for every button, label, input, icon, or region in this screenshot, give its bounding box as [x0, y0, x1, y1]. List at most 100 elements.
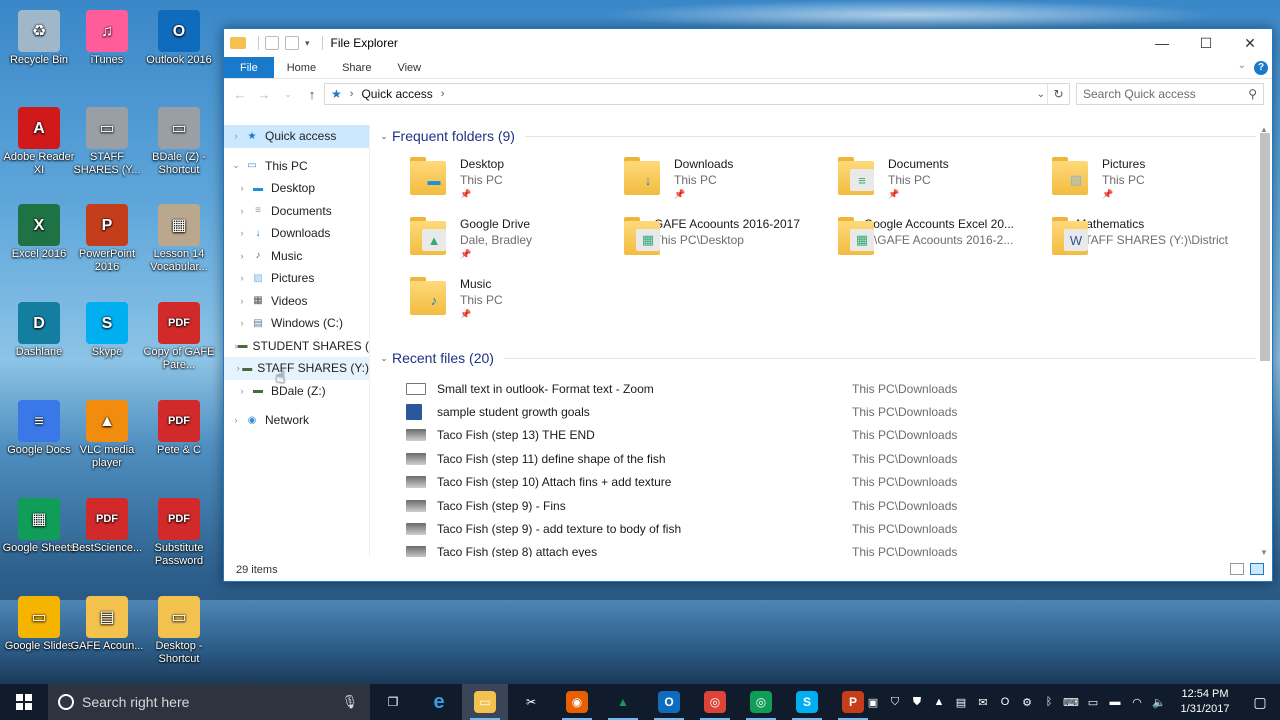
- chevron-right-icon[interactable]: ›: [234, 318, 250, 328]
- gear-icon[interactable]: ⚙: [1016, 696, 1038, 709]
- recent-file-row[interactable]: Taco Fish (step 10) Attach fins + add te…: [376, 471, 1256, 494]
- desktop-icon[interactable]: ▦ Google Sheets: [2, 494, 76, 555]
- search-input[interactable]: Search Quick access: [1083, 87, 1196, 101]
- recent-file-row[interactable]: Taco Fish (step 9) - Fins This PC\Downloa…: [376, 494, 1256, 517]
- sidebar-item-student-shares[interactable]: › ▬ STUDENT SHARES (: [224, 335, 369, 358]
- start-button[interactable]: [0, 684, 48, 720]
- recent-file-row[interactable]: Taco Fish (step 13) THE END This PC\Downl…: [376, 424, 1256, 447]
- recent-file-row[interactable]: sample student growth goals This PC\Downl…: [376, 400, 1256, 423]
- forward-button[interactable]: →: [252, 87, 276, 102]
- desktop-icon[interactable]: ▭ STAFF SHARES (Y...: [70, 103, 144, 177]
- taskbar-app-skype[interactable]: S: [784, 684, 830, 720]
- maximize-button[interactable]: ☐: [1184, 29, 1228, 57]
- folder-tile[interactable]: ≡ Documents This PC 📌: [804, 155, 1014, 215]
- sidebar-item-this-pc[interactable]: ⌄ ▭ This PC: [224, 155, 369, 178]
- folder-tile[interactable]: ▦ Google Accounts Excel 20... ...\GAFE Aco…: [804, 215, 1014, 275]
- chevron-right-icon[interactable]: ›: [234, 206, 250, 216]
- desktop-icon[interactable]: ▭ Google Slides: [2, 592, 76, 653]
- battery-icon[interactable]: ▬: [1104, 696, 1126, 708]
- taskbar-app-snipping-tool[interactable]: ✂: [508, 684, 554, 720]
- taskbar-app-firefox[interactable]: ◉: [554, 684, 600, 720]
- desktop-icon[interactable]: ▲ VLC media player: [70, 396, 144, 470]
- tab-home[interactable]: Home: [274, 57, 329, 78]
- desktop-icon[interactable]: P PowerPoint 2016: [70, 200, 144, 274]
- tab-view[interactable]: View: [384, 57, 434, 78]
- properties-qat-button[interactable]: [265, 36, 279, 50]
- folder-tile[interactable]: W Mathematics STAFF SHARES (Y:)\District: [1018, 215, 1228, 275]
- taskbar-search-input[interactable]: Search right here: [82, 694, 189, 710]
- volume-icon[interactable]: 🔈: [1148, 696, 1170, 709]
- chevron-right-icon[interactable]: ›: [234, 296, 250, 306]
- recent-locations-button[interactable]: ⌄: [276, 89, 300, 100]
- desktop-icon[interactable]: ≡ Google Docs: [2, 396, 76, 457]
- taskbar-app-chrome[interactable]: ◎: [738, 684, 784, 720]
- frequent-folders-header[interactable]: ⌄ Frequent folders (9): [376, 125, 1256, 147]
- address-bar[interactable]: ★ › Quick access › ⌄ ↻: [324, 83, 1070, 105]
- chevron-right-icon[interactable]: ›: [234, 183, 250, 193]
- folder-tile[interactable]: ↓ Downloads This PC 📌: [590, 155, 800, 215]
- chevron-right-icon[interactable]: ›: [228, 131, 244, 141]
- clock[interactable]: 12:54 PM 1/31/2017: [1170, 687, 1240, 717]
- desktop-icon[interactable]: PDF BestScience...: [70, 494, 144, 555]
- desktop-icon[interactable]: PDF Copy of GAFE Pare...: [142, 298, 216, 372]
- desktop-icon[interactable]: S Skype: [70, 298, 144, 359]
- folder-tile[interactable]: ♪ Music This PC 📌: [376, 275, 586, 335]
- scroll-down-icon[interactable]: ▼: [1260, 548, 1268, 557]
- display-icon[interactable]: ▭: [1082, 696, 1104, 709]
- recent-file-row[interactable]: Taco Fish (step 8) attach eyes This PC\Do…: [376, 541, 1256, 557]
- folder-tile[interactable]: ▨ Pictures This PC 📌: [1018, 155, 1228, 215]
- keyboard-icon[interactable]: ⌨: [1060, 696, 1082, 709]
- close-button[interactable]: ✕: [1228, 29, 1272, 57]
- address-dropdown-icon[interactable]: ⌄: [1037, 89, 1045, 100]
- chevron-right-icon[interactable]: ›: [350, 88, 354, 100]
- drive-tray-icon[interactable]: ▲: [928, 696, 950, 708]
- chevron-right-icon[interactable]: ›: [234, 273, 250, 283]
- search-box[interactable]: Search Quick access ⚲: [1076, 83, 1264, 105]
- recent-file-row[interactable]: Taco Fish (step 9) - add texture to body…: [376, 517, 1256, 540]
- desktop-icon[interactable]: PDF Substitute Password: [142, 494, 216, 568]
- shield-icon[interactable]: ⛉: [884, 696, 906, 709]
- action-center-icon[interactable]: ▢: [1240, 694, 1280, 711]
- new-folder-qat-button[interactable]: [285, 36, 299, 50]
- desktop-icon[interactable]: ▭ Desktop - Shortcut: [142, 592, 216, 666]
- taskbar-app-file-explorer[interactable]: ▭: [462, 684, 508, 720]
- chevron-down-icon[interactable]: ⌄: [376, 353, 392, 364]
- tray-app-icon[interactable]: ▣: [862, 696, 884, 709]
- chevron-right-icon[interactable]: ›: [234, 386, 250, 396]
- sidebar-item-network[interactable]: › ◉ Network: [224, 409, 369, 432]
- wifi-icon[interactable]: ◠: [1126, 696, 1148, 709]
- details-view-button[interactable]: [1230, 563, 1244, 575]
- minimize-button[interactable]: —: [1140, 29, 1184, 57]
- vertical-scrollbar[interactable]: ▲ ▼: [1258, 125, 1272, 557]
- large-icons-view-button[interactable]: [1250, 563, 1264, 575]
- folder-tile[interactable]: ▲ Google Drive Dale, Bradley 📌: [376, 215, 586, 275]
- title-bar[interactable]: ▾ File Explorer — ☐ ✕: [224, 29, 1272, 57]
- tab-share[interactable]: Share: [329, 57, 384, 78]
- sidebar-item-pictures[interactable]: › ▨ Pictures: [224, 267, 369, 290]
- desktop-icon[interactable]: O Outlook 2016: [142, 6, 216, 67]
- outlook-tray-icon[interactable]: O: [994, 696, 1016, 708]
- desktop-icon[interactable]: D Dashlane: [2, 298, 76, 359]
- chevron-right-icon[interactable]: ›: [441, 88, 445, 100]
- desktop-icon[interactable]: PDF Pete & C: [142, 396, 216, 457]
- sidebar-item-downloads[interactable]: › ↓ Downloads: [224, 222, 369, 245]
- up-button[interactable]: ↑: [300, 87, 324, 102]
- mail-icon[interactable]: ✉: [972, 696, 994, 709]
- folder-tile[interactable]: ▦ GAFE Acoounts 2016-2017 This PC\Desktop: [590, 215, 800, 275]
- desktop-icon[interactable]: ▭ BDale (Z) - Shortcut: [142, 103, 216, 177]
- breadcrumb-quick-access[interactable]: Quick access: [361, 87, 432, 101]
- desktop-icon[interactable]: A Adobe Reader XI: [2, 103, 76, 177]
- taskbar-app-outlook[interactable]: O: [646, 684, 692, 720]
- chevron-right-icon[interactable]: ›: [228, 415, 244, 425]
- recent-file-row[interactable]: Taco Fish (step 11) define shape of the …: [376, 447, 1256, 470]
- desktop-icon[interactable]: ▦ Lesson 14 Vocabular...: [142, 200, 216, 274]
- taskbar-app-google-drive[interactable]: ▲: [600, 684, 646, 720]
- back-button[interactable]: ←: [228, 87, 252, 102]
- notes-icon[interactable]: ▤: [950, 696, 972, 709]
- chevron-down-icon[interactable]: ⌄: [376, 131, 392, 142]
- expand-ribbon-icon[interactable]: ⌄: [1238, 60, 1246, 71]
- sidebar-item-desktop[interactable]: › ▬ Desktop: [224, 177, 369, 200]
- taskbar-app-task-view[interactable]: ❐: [370, 684, 416, 720]
- sidebar-item-bdale-z[interactable]: › ▬ BDale (Z:): [224, 380, 369, 403]
- desktop-icon[interactable]: ♫ iTunes: [70, 6, 144, 67]
